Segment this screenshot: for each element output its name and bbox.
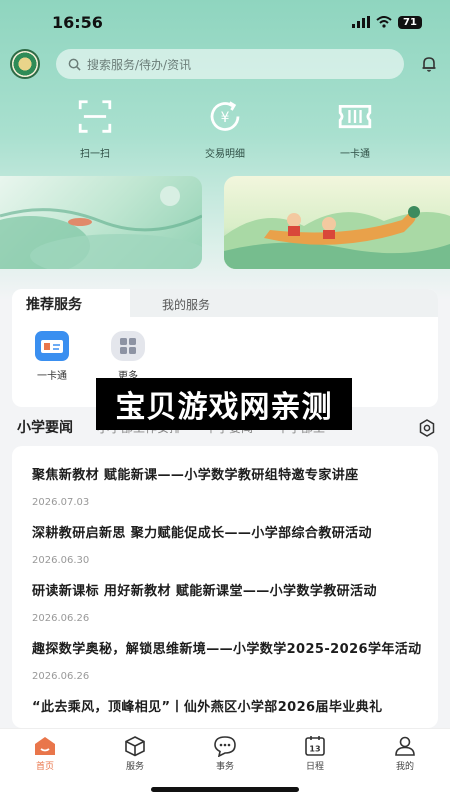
tab-label: 我的 [395, 762, 414, 772]
user-icon [395, 736, 415, 756]
calendar-day: 13 [309, 745, 320, 754]
tab-label: 首页 [35, 762, 54, 772]
scan-icon [78, 100, 112, 133]
banner-image-right[interactable] [224, 176, 450, 269]
quick-action-label: 交易明细 [205, 149, 245, 160]
tab-label: 日程 [305, 762, 324, 772]
status-icons: 71 [352, 15, 422, 29]
news-title: 研读新课标 用好新教材 赋能新课堂——小学数学教研活动 [32, 584, 377, 599]
service-items: 一卡通 更多 [12, 317, 438, 382]
id-card-icon [35, 331, 69, 361]
search-input[interactable]: 搜索服务/待办/资讯 [56, 49, 404, 79]
battery-indicator: 71 [398, 15, 422, 29]
news-title: 趣探数学奥秘，解锁思维新境——小学数学2025-2026学年活动 [32, 642, 422, 657]
home-icon [35, 737, 55, 755]
news-title: “此去乘风，顶峰相见”丨仙外燕区小学部2026届毕业典礼 [32, 700, 383, 715]
quick-action-transactions[interactable]: ¥ 交易明细 [185, 98, 265, 160]
status-time: 16:56 [52, 12, 103, 32]
news-title: 聚焦新教材 赋能新课——小学数学教研组特邀专家讲座 [32, 468, 359, 483]
news-item[interactable]: 聚焦新教材 赋能新课——小学数学教研组特邀专家讲座 2026.07.03 [32, 446, 424, 508]
watermark-overlay: 宝贝游戏网亲测 [96, 378, 352, 430]
school-logo [10, 49, 40, 79]
card-icon [338, 104, 372, 129]
quick-actions: 扫一扫 ¥ 交易明细 一卡通 [0, 98, 450, 160]
tab-profile[interactable]: 我的 [375, 735, 435, 800]
service-item-card[interactable]: 一卡通 [34, 331, 70, 382]
news-item[interactable]: 趣探数学奥秘，解锁思维新境——小学数学2025-2026学年活动 2026.06… [32, 620, 424, 682]
calendar-icon: 13 [305, 736, 325, 756]
quick-action-card[interactable]: 一卡通 [315, 98, 395, 160]
settings-icon[interactable] [418, 419, 436, 437]
news-list: 聚焦新教材 赋能新课——小学数学教研组特邀专家讲座 2026.07.03 深耕教… [12, 446, 438, 728]
status-bar: 16:56 71 [0, 0, 450, 44]
banner-illustration [0, 186, 202, 269]
tab-label: 服务 [125, 762, 144, 772]
yen-refresh-icon: ¥ [210, 101, 240, 131]
quick-action-label: 一卡通 [340, 149, 370, 160]
search-icon [68, 58, 81, 71]
home-indicator [151, 787, 299, 792]
tab-primary-news[interactable]: 小学要闻 [17, 417, 73, 437]
svg-text:¥: ¥ [221, 110, 230, 126]
tab-my-services[interactable]: 我的服务 [130, 289, 438, 317]
service-item-more[interactable]: 更多 [110, 331, 146, 382]
top-bar: 搜索服务/待办/资讯 [0, 44, 450, 84]
quick-action-scan[interactable]: 扫一扫 [55, 98, 135, 160]
bell-icon[interactable] [418, 53, 440, 75]
quick-action-label: 扫一扫 [80, 149, 110, 160]
news-item[interactable]: 研读新课标 用好新教材 赋能新课堂——小学数学教研活动 2026.06.26 [32, 562, 424, 624]
tab-recommended-services[interactable]: 推荐服务 [12, 289, 130, 317]
news-title: 深耕教研启新思 聚力赋能促成长——小学部综合教研活动 [32, 526, 372, 541]
search-placeholder: 搜索服务/待办/资讯 [87, 57, 192, 72]
news-item[interactable]: 深耕教研启新思 聚力赋能促成长——小学部综合教研活动 2026.06.30 [32, 504, 424, 566]
grid-icon [111, 331, 145, 361]
chat-icon [214, 736, 236, 757]
service-item-label: 一卡通 [37, 371, 67, 382]
tab-label: 事务 [215, 762, 234, 772]
tab-home[interactable]: 首页 [15, 735, 75, 800]
news-item[interactable]: “此去乘风，顶峰相见”丨仙外燕区小学部2026届毕业典礼 [32, 678, 424, 728]
wifi-icon [376, 16, 392, 28]
service-tabs: 推荐服务 我的服务 [12, 289, 438, 317]
banner-image-left[interactable] [0, 176, 202, 269]
cube-icon [125, 736, 145, 757]
signal-icon [352, 16, 370, 28]
dragon-boat-illustration [224, 206, 450, 269]
